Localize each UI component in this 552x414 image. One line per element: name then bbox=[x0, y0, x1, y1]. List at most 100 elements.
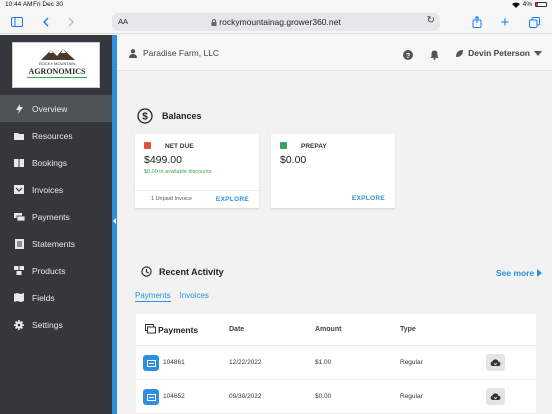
net-due-label: NET DUE bbox=[165, 143, 194, 150]
table-header: Payments Date Amount Type bbox=[136, 314, 536, 346]
sidebar-item-fields[interactable]: Fields bbox=[0, 284, 112, 311]
receipt-icon bbox=[143, 355, 159, 371]
company-logo[interactable]: ROCKY MOUNTAIN AGRONOMICS bbox=[12, 42, 100, 88]
bolt-icon bbox=[13, 103, 25, 114]
bell-icon[interactable] bbox=[430, 47, 439, 65]
payments-table: Payments Date Amount Type 104861 12/22/2… bbox=[136, 314, 536, 414]
net-due-card: NET DUE $499.00 $0.00 in available disco… bbox=[135, 134, 259, 208]
lock-icon bbox=[211, 19, 217, 26]
status-date: Fri Dec 30 bbox=[33, 1, 63, 8]
activity-tabs: Payments Invoices bbox=[135, 291, 209, 302]
url-text: rockymountainag.grower360.net bbox=[112, 17, 440, 27]
cloud-download-icon bbox=[490, 358, 501, 366]
net-due-explore-button[interactable]: EXPLORE bbox=[216, 196, 249, 203]
tabs-overview-icon[interactable] bbox=[525, 13, 543, 31]
prepay-card: PREPAY $0.00 EXPLORE bbox=[271, 134, 395, 208]
sidebar: ROCKY MOUNTAIN AGRONOMICS Overview Resou… bbox=[0, 35, 112, 414]
boxes-icon bbox=[13, 266, 25, 275]
sidebar-item-label: Fields bbox=[32, 292, 55, 303]
download-button[interactable] bbox=[486, 388, 505, 405]
net-due-discount: $0.00 in available discounts bbox=[144, 169, 212, 175]
chevron-right-icon bbox=[537, 269, 543, 277]
table-row[interactable]: 104652 09/30/2022 $0.00 Regular bbox=[136, 380, 536, 414]
sidebar-item-products[interactable]: Products bbox=[0, 257, 112, 284]
payments-table-title: Payments bbox=[158, 325, 199, 335]
sidebar-item-label: Payments bbox=[32, 211, 70, 222]
recent-activity-heading: Recent Activity bbox=[141, 266, 224, 277]
prepay-explore-button[interactable]: EXPLORE bbox=[352, 195, 385, 202]
sidebar-item-label: Products bbox=[32, 265, 66, 276]
prepay-footer: EXPLORE bbox=[271, 190, 395, 208]
table-row[interactable]: 104861 12/22/2022 $1.00 Regular bbox=[136, 346, 536, 380]
dollar-circle-icon: $ bbox=[137, 108, 153, 124]
new-tab-icon[interactable]: + bbox=[496, 13, 514, 31]
address-bar[interactable]: AA rockymountainag.grower360.net ↻ bbox=[112, 13, 440, 31]
sidebar-item-settings[interactable]: Settings bbox=[0, 311, 112, 338]
payment-id: 104652 bbox=[163, 393, 185, 400]
col-type-header: Type bbox=[400, 326, 416, 333]
url-value: rockymountainag.grower360.net bbox=[219, 17, 341, 27]
payment-amount: $0.00 bbox=[315, 393, 332, 400]
sidebar-item-label: Overview bbox=[32, 103, 68, 114]
sidebar-item-payments[interactable]: Payments bbox=[0, 203, 112, 230]
recent-activity-title: Recent Activity bbox=[159, 266, 224, 277]
sidebar-item-label: Statements bbox=[32, 238, 75, 249]
sidebar-toggle-icon[interactable] bbox=[8, 13, 26, 31]
unpaid-invoice-count: 1 Unpaid Invoice bbox=[151, 196, 192, 202]
sidebar-item-resources[interactable]: Resources bbox=[0, 122, 112, 149]
sidebar-item-label: Invoices bbox=[32, 184, 64, 195]
receipt-icon bbox=[143, 389, 159, 405]
forward-icon[interactable] bbox=[62, 13, 80, 31]
user-icon bbox=[129, 48, 137, 58]
payment-id: 104861 bbox=[163, 359, 185, 366]
user-name: Devin Peterson bbox=[468, 48, 530, 58]
reload-icon[interactable]: ↻ bbox=[427, 15, 435, 26]
prepay-amount: $0.00 bbox=[280, 154, 307, 166]
top-header: Paradise Farm, LLC ? Devin Peterson bbox=[117, 35, 552, 71]
logo-line1: ROCKY MOUNTAIN bbox=[39, 61, 75, 66]
logo-line2: AGRONOMICS bbox=[29, 67, 86, 76]
payments-table-icon bbox=[145, 324, 156, 336]
collapse-arrow-icon bbox=[113, 218, 116, 224]
leaf-icon bbox=[456, 49, 464, 57]
back-icon[interactable] bbox=[37, 13, 55, 31]
payment-date: 09/30/2022 bbox=[229, 393, 262, 400]
help-icon[interactable]: ? bbox=[403, 47, 413, 65]
share-icon[interactable] bbox=[468, 13, 486, 31]
sidebar-item-bookings[interactable]: Bookings bbox=[0, 149, 112, 176]
prepay-indicator bbox=[280, 142, 287, 149]
sidebar-item-label: Bookings bbox=[32, 157, 67, 168]
sidebar-nav: Overview Resources Bookings Invoices Pay… bbox=[0, 95, 112, 338]
gear-icon bbox=[13, 319, 25, 330]
chevron-down-icon bbox=[534, 50, 542, 56]
col-date-header: Date bbox=[229, 326, 245, 333]
balances-heading: $ Balances bbox=[137, 108, 202, 124]
farm-name: Paradise Farm, LLC bbox=[143, 48, 220, 58]
list-icon bbox=[13, 238, 25, 249]
money-icon bbox=[13, 212, 25, 221]
net-due-amount: $499.00 bbox=[144, 154, 182, 166]
sidebar-collapse-handle[interactable] bbox=[112, 35, 117, 414]
payment-date: 12/22/2022 bbox=[229, 359, 262, 366]
tab-invoices[interactable]: Invoices bbox=[180, 291, 209, 302]
sidebar-item-statements[interactable]: Statements bbox=[0, 230, 112, 257]
browser-toolbar: AA rockymountainag.grower360.net ↻ + bbox=[0, 10, 552, 34]
see-more-link[interactable]: See more bbox=[496, 268, 543, 278]
farm-selector[interactable]: Paradise Farm, LLC bbox=[129, 48, 219, 58]
battery-percent: 4% bbox=[522, 1, 532, 8]
net-due-indicator bbox=[144, 142, 151, 149]
status-time: 10:44 AM bbox=[5, 1, 33, 8]
status-right: 4% bbox=[511, 1, 547, 8]
inbox-icon bbox=[13, 185, 25, 194]
col-amount-header: Amount bbox=[315, 326, 342, 333]
user-menu[interactable]: Devin Peterson bbox=[455, 48, 542, 58]
svg-text:$: $ bbox=[142, 112, 148, 123]
download-button[interactable] bbox=[486, 354, 505, 371]
folder-icon bbox=[13, 132, 25, 140]
payment-type: Regular bbox=[400, 359, 423, 366]
sidebar-item-invoices[interactable]: Invoices bbox=[0, 176, 112, 203]
map-icon bbox=[13, 293, 25, 302]
history-icon bbox=[141, 266, 152, 277]
sidebar-item-overview[interactable]: Overview bbox=[0, 95, 112, 122]
tab-payments[interactable]: Payments bbox=[135, 291, 171, 302]
